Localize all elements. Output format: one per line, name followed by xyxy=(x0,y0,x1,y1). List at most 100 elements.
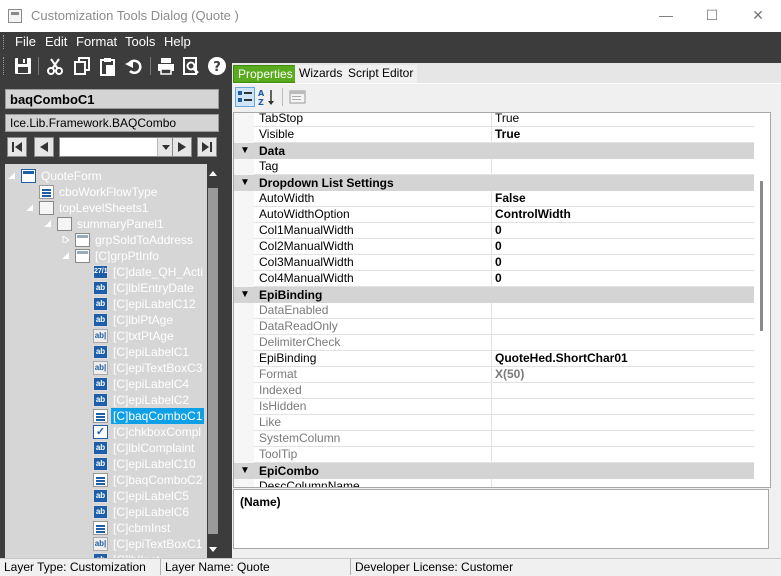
property-value[interactable]: 0 xyxy=(495,271,502,286)
save-icon[interactable] xyxy=(13,56,33,76)
copy-icon[interactable] xyxy=(72,56,92,76)
help-icon[interactable]: ? xyxy=(207,56,227,76)
menu-file[interactable]: File xyxy=(15,34,36,49)
property-row-gutter xyxy=(234,447,254,463)
property-row[interactable]: Col2ManualWidth 0 xyxy=(234,239,754,255)
category-collapse-icon[interactable]: ▼ xyxy=(240,175,250,191)
property-value[interactable]: 0 xyxy=(495,239,502,254)
categorized-icon[interactable] xyxy=(235,87,255,107)
property-value[interactable]: 0 xyxy=(495,223,502,238)
last-button[interactable] xyxy=(197,137,217,157)
tree-node-label: [C]grpPtInfo xyxy=(95,249,160,263)
property-row[interactable]: AutoWidthOption ControlWidth xyxy=(234,207,754,223)
tab-wizards[interactable]: Wizards xyxy=(295,65,348,83)
category-collapse-icon[interactable]: ▼ xyxy=(240,143,250,159)
property-row[interactable]: AutoWidth False xyxy=(234,191,754,207)
tree-node-label: [C]epiLabelC10 xyxy=(113,457,196,471)
menu-format[interactable]: Format xyxy=(76,34,117,49)
tree-node-label: [C]epiTextBoxC1 xyxy=(113,537,203,551)
property-row[interactable]: Like xyxy=(234,415,754,431)
property-grid-scroll-thumb[interactable] xyxy=(760,181,763,331)
tab-script-editor[interactable]: Script Editor xyxy=(344,65,418,83)
tree-node-label: [C]epiLabelC6 xyxy=(113,505,190,519)
expanded-arrow-icon[interactable] xyxy=(44,220,51,227)
combo-control-icon xyxy=(93,473,108,487)
property-category[interactable]: ▼ Data xyxy=(234,143,754,159)
tab-properties[interactable]: Properties xyxy=(233,65,298,83)
property-row-gutter xyxy=(234,207,254,223)
property-pages-icon[interactable] xyxy=(288,87,308,107)
property-value[interactable]: True xyxy=(495,113,519,126)
expanded-arrow-icon[interactable] xyxy=(8,172,15,179)
property-row-gutter xyxy=(234,159,254,175)
property-value[interactable]: QuoteHed.ShortChar01 xyxy=(495,351,628,366)
property-row[interactable]: DelimiterCheck xyxy=(234,335,754,351)
close-button[interactable]: ✕ xyxy=(735,0,781,32)
property-category[interactable]: ▼ EpiCombo xyxy=(234,463,754,479)
tree-scroll-thumb[interactable] xyxy=(208,188,218,534)
status-license: Developer License: Customer xyxy=(355,560,514,574)
property-value[interactable]: 0 xyxy=(495,255,502,270)
property-value[interactable]: X(50) xyxy=(495,367,524,382)
expanded-arrow-icon[interactable] xyxy=(26,204,33,211)
property-name: DataEnabled xyxy=(259,303,492,318)
property-row[interactable]: Col1ManualWidth 0 xyxy=(234,223,754,239)
paste-icon[interactable] xyxy=(98,56,118,76)
property-value[interactable]: ControlWidth xyxy=(495,207,571,222)
property-row[interactable]: DataEnabled xyxy=(234,303,754,319)
selected-control-name: baqComboC1 xyxy=(5,89,219,109)
form-control-icon xyxy=(21,169,36,183)
scroll-up-icon[interactable] xyxy=(207,168,219,180)
minimize-button[interactable]: — xyxy=(643,0,689,32)
cut-icon[interactable] xyxy=(45,56,65,76)
tree-node-label: [C]epiLabelC2 xyxy=(113,393,190,407)
expanded-arrow-icon[interactable] xyxy=(62,252,69,259)
property-row[interactable]: DescColumnName xyxy=(234,479,754,487)
property-row[interactable]: DataReadOnly xyxy=(234,319,754,335)
maximize-button[interactable]: ☐ xyxy=(689,0,735,32)
property-value[interactable]: False xyxy=(495,191,526,206)
tree-navigation-bar xyxy=(5,137,219,159)
property-row[interactable]: Tag xyxy=(234,159,754,175)
property-row-gutter xyxy=(234,431,254,447)
txt-control-icon: ab| xyxy=(93,329,108,343)
property-value[interactable]: True xyxy=(495,127,520,142)
tree-node-label: [C]lblPtAge xyxy=(113,313,174,327)
first-button[interactable] xyxy=(7,137,27,157)
property-row[interactable]: SystemColumn xyxy=(234,431,754,447)
property-row[interactable]: IsHidden xyxy=(234,399,754,415)
previous-button[interactable] xyxy=(34,137,54,157)
ab-control-icon: ab xyxy=(93,393,108,407)
control-selector-dropdown[interactable] xyxy=(59,137,175,157)
tree-scrollbar[interactable] xyxy=(207,164,219,558)
next-button[interactable] xyxy=(172,137,192,157)
menu-help[interactable]: Help xyxy=(164,34,191,49)
menu-edit[interactable]: Edit xyxy=(45,34,67,49)
property-grid-toolbar: AZ xyxy=(232,83,781,111)
collapsed-arrow-icon[interactable] xyxy=(62,236,69,243)
alphabetical-icon[interactable]: AZ xyxy=(257,87,277,107)
property-row[interactable]: Col4ManualWidth 0 xyxy=(234,271,754,287)
tree-node-label: [C]epiLabelC4 xyxy=(113,377,190,391)
property-row[interactable]: TabStop True xyxy=(234,113,754,127)
property-category-label: EpiBinding xyxy=(259,288,323,302)
property-name: Like xyxy=(259,415,492,430)
print-icon[interactable] xyxy=(156,56,176,76)
property-row[interactable]: EpiBinding QuoteHed.ShortChar01 xyxy=(234,351,754,367)
ab-control-icon: ab xyxy=(93,377,108,391)
property-row[interactable]: Format X(50) xyxy=(234,367,754,383)
menu-tools[interactable]: Tools xyxy=(125,34,155,49)
print-preview-icon[interactable] xyxy=(181,56,201,76)
undo-icon[interactable] xyxy=(124,56,144,76)
property-row[interactable]: Col3ManualWidth 0 xyxy=(234,255,754,271)
property-grid-scrollbar[interactable] xyxy=(755,113,769,487)
property-row[interactable]: Indexed xyxy=(234,383,754,399)
property-category[interactable]: ▼ Dropdown List Settings xyxy=(234,175,754,191)
property-row[interactable]: Visible True xyxy=(234,127,754,143)
category-collapse-icon[interactable]: ▼ xyxy=(240,463,250,479)
property-row[interactable]: ToolTip xyxy=(234,447,754,463)
category-collapse-icon[interactable]: ▼ xyxy=(240,287,250,303)
property-category[interactable]: ▼ EpiBinding xyxy=(234,287,754,303)
scroll-down-icon[interactable] xyxy=(207,544,219,556)
property-row-gutter xyxy=(234,319,254,335)
